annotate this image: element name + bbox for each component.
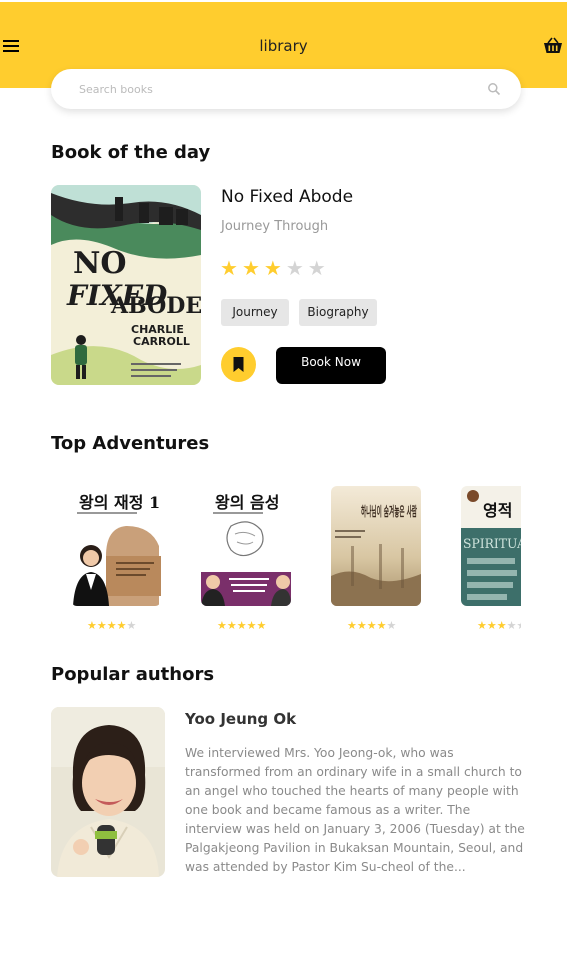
star-icon: ★ [347,619,357,632]
adventure-rating: ★★★★★ [217,619,266,632]
star-icon: ★ [220,256,238,280]
author-photo[interactable] [51,707,165,877]
cover-author-last: CARROLL [133,335,190,348]
adventure-cover-title: 왕의 재정 1 [79,493,160,512]
adventure-rating: ★★★★★ [347,619,396,632]
star-icon: ★ [386,619,397,632]
section-title-popular-authors: Popular authors [51,664,215,685]
star-icon: ★ [366,619,377,632]
tag-journey[interactable]: Journey [221,299,289,326]
book-of-day-subtitle: Journey Through [221,219,329,234]
star-icon: ★ [307,256,326,280]
adventure-item[interactable]: 영적 SPIRITUAL WARFARE ★★★★★ [461,486,521,632]
section-title-top-adventures: Top Adventures [51,433,210,454]
adventure-cover[interactable]: 왕의 재정 1 [71,486,161,606]
adventure-item[interactable]: 하나님이 숨겨놓은 사람 ★★★★★ [331,486,421,632]
page: library Book of the day NO FIXED [0,0,567,967]
adventure-rating: ★★★★★ [477,619,521,632]
star-icon: ★ [506,619,517,632]
author-bio: We interviewed Mrs. Yoo Jeong-ok, who wa… [185,746,525,874]
tag-biography[interactable]: Biography [299,299,377,326]
star-icon: ★ [87,619,97,632]
app-title: library [259,37,308,55]
star-icon: ★ [126,619,137,632]
adventure-item[interactable]: 왕의 음성 ★★★★★ [201,486,291,632]
star-icon: ★ [116,619,127,632]
star-icon: ★ [241,256,260,280]
star-icon: ★ [217,619,227,632]
search-input[interactable] [79,80,459,98]
author-name[interactable]: Yoo Jeung Ok [185,710,296,728]
search-bar [51,69,521,109]
adventure-rating: ★★★★★ [87,619,136,632]
bookmark-icon [233,357,244,372]
adventure-clip: 영적 SPIRITUAL WARFARE ★★★★★ [461,486,521,646]
search-icon[interactable] [487,82,501,96]
adventure-cover-subtitle: SPIRITUAL WARFARE [463,537,521,552]
star-icon: ★ [285,256,304,280]
book-of-day-rating: ★ ★ ★ ★ ★ [220,258,326,278]
adventure-cover[interactable]: 하나님이 숨겨놓은 사람 [331,486,421,606]
star-icon: ★ [486,619,497,632]
star-icon: ★ [356,619,367,632]
basket-icon[interactable] [543,37,563,55]
star-icon: ★ [376,619,387,632]
star-icon: ★ [263,256,282,280]
star-icon: ★ [256,619,267,632]
adventure-cover-title: 왕의 음성 [215,493,279,512]
adventure-cover[interactable]: 왕의 음성 [201,486,291,606]
star-icon: ★ [106,619,117,632]
star-icon: ★ [226,619,237,632]
star-icon: ★ [496,619,507,632]
star-icon: ★ [236,619,247,632]
cover-text-abode: ABODE [110,293,201,319]
star-icon: ★ [96,619,107,632]
book-of-day-cover[interactable]: NO FIXED ABODE CHARLIE CARROLL [51,185,201,385]
star-icon: ★ [246,619,257,632]
star-icon: ★ [477,619,487,632]
section-title-book-of-day: Book of the day [51,142,211,163]
book-of-day-title[interactable]: No Fixed Abode [221,187,353,207]
adventure-cover-title: 하나님이 숨겨놓은 사람 [361,504,417,520]
adventure-item[interactable]: 왕의 재정 1 ★★★★★ [71,486,161,632]
book-now-button[interactable]: Book Now [276,347,386,384]
bookmark-button[interactable] [221,347,256,382]
adventure-cover-title: 영적 [483,501,512,520]
star-icon: ★ [517,619,522,632]
adventure-cover[interactable]: 영적 SPIRITUAL WARFARE [461,486,521,606]
cover-text-no: NO [73,246,127,281]
